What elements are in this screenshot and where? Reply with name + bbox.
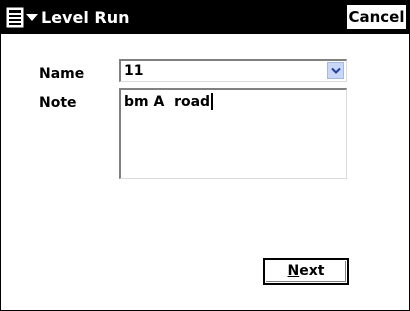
level-run-window: Level Run Cancel Name 11 Note bm A road … [0, 0, 410, 311]
note-label: Note [39, 95, 77, 111]
name-label: Name [39, 66, 85, 82]
start-menu-icon[interactable] [6, 7, 40, 29]
text-caret [211, 93, 214, 110]
dropdown-arrow-button[interactable] [327, 62, 344, 79]
title-bar: Level Run Cancel [1, 1, 409, 34]
name-value: 11 [124, 63, 144, 79]
name-dropdown[interactable]: 11 [119, 59, 347, 82]
note-value: bm A road [124, 93, 214, 111]
next-label-rest: ext [299, 263, 325, 279]
window-title: Level Run [41, 8, 130, 27]
chevron-down-icon [331, 67, 341, 74]
next-mnemonic: N [287, 263, 300, 279]
note-textarea[interactable]: bm A road [119, 88, 347, 179]
next-button[interactable]: Next [263, 258, 349, 285]
cancel-button[interactable]: Cancel [346, 4, 407, 30]
